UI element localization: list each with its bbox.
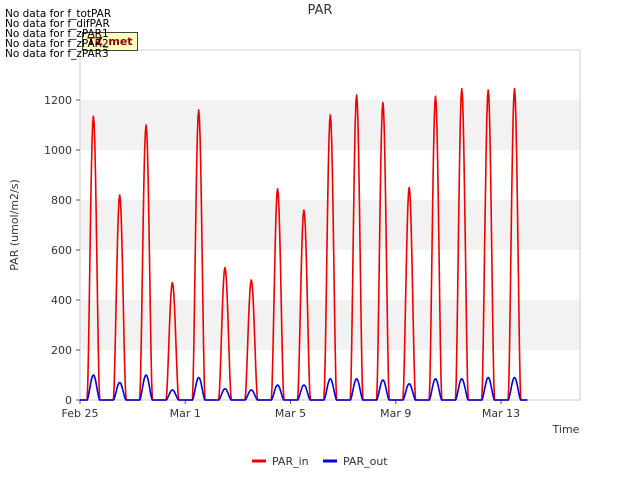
x-axis-label: Time bbox=[552, 423, 580, 436]
y-tick-label: 1200 bbox=[44, 94, 72, 107]
par-chart: 0 200 400 600 800 1000 1200 Feb 25 Mar 1 Mar 5 Ma… bbox=[8, 3, 581, 468]
y-tick-label: 0 bbox=[65, 394, 72, 407]
no-data-message: No data for f_zPAR3 bbox=[5, 48, 109, 60]
y-tick-label: 400 bbox=[51, 294, 72, 307]
series-line-par-out bbox=[80, 374, 528, 401]
y-tick-label: 600 bbox=[51, 244, 72, 257]
x-tick-label: Mar 9 bbox=[380, 407, 411, 420]
legend: PAR_in PAR_out bbox=[252, 455, 388, 468]
y-axis-ticks: 0 200 400 600 800 1000 1200 bbox=[44, 94, 80, 407]
x-tick-label: Mar 5 bbox=[275, 407, 306, 420]
legend-label-par-out: PAR_out bbox=[343, 455, 388, 468]
x-tick-label: Mar 13 bbox=[482, 407, 520, 420]
grid-band bbox=[80, 200, 580, 250]
x-tick-label: Mar 1 bbox=[170, 407, 201, 420]
y-tick-label: 200 bbox=[51, 344, 72, 357]
y-axis-label: PAR (umol/m2/s) bbox=[8, 179, 21, 271]
x-axis-ticks: Feb 25 Mar 1 Mar 5 Mar 9 Mar 13 bbox=[62, 400, 520, 420]
grid-bands bbox=[80, 100, 580, 350]
chart-title: PAR bbox=[308, 3, 333, 18]
y-tick-label: 1000 bbox=[44, 144, 72, 157]
y-tick-label: 800 bbox=[51, 194, 72, 207]
grid-band bbox=[80, 300, 580, 350]
x-tick-label: Feb 25 bbox=[62, 407, 99, 420]
legend-label-par-in: PAR_in bbox=[272, 455, 309, 468]
